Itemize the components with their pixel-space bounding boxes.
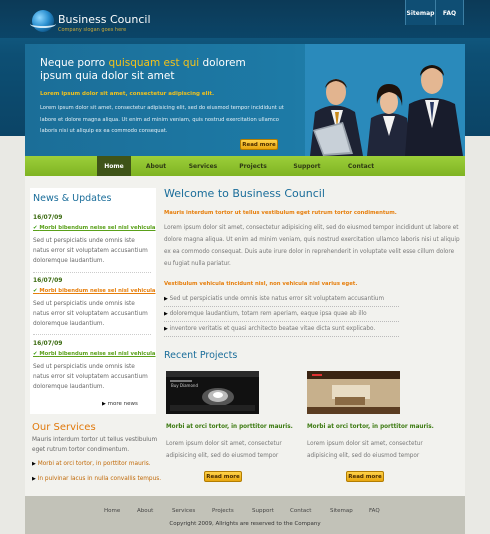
news-title: News & Updates bbox=[33, 193, 112, 204]
arrow-right-icon: ▶ bbox=[164, 326, 168, 332]
nav-home[interactable]: Home bbox=[97, 156, 131, 176]
project-caption[interactable]: Morbi at orci tortor, in porttitor mauri… bbox=[166, 424, 293, 430]
service-item[interactable]: ▶ In pulvinar lacus in nulla convallis t… bbox=[32, 476, 161, 482]
project-text: Lorem ipsum dolor sit amet, consectetur … bbox=[166, 441, 282, 459]
check-icon: ✔ bbox=[33, 288, 38, 294]
project-text: Lorem ipsum dolor sit amet, consectetur … bbox=[307, 441, 423, 459]
welcome-text: Lorem ipsum dolor sit amet, consectetur … bbox=[164, 225, 460, 267]
project-caption[interactable]: Morbi at orci tortor, in porttitor mauri… bbox=[307, 424, 434, 430]
news-date: 16/07/09 bbox=[33, 214, 63, 221]
logo-title[interactable]: Business Council bbox=[58, 13, 151, 26]
content-area: News & Updates 16/07/09 ✔ Morbi bibendum… bbox=[25, 176, 465, 496]
project-thumbnail[interactable] bbox=[307, 371, 400, 414]
news-text: Sed ut perspiciatis unde omnis iste natu… bbox=[33, 238, 148, 264]
news-link[interactable]: ✔ Morbi bibendum neise sel nisl vehicula bbox=[33, 288, 155, 294]
nav-projects[interactable]: Projects bbox=[233, 156, 273, 176]
bullet-item: ▶ Sed ut perspiciatis unde omnis iste na… bbox=[164, 294, 399, 307]
footer-link-home[interactable]: Home bbox=[104, 508, 120, 514]
divider bbox=[33, 272, 151, 273]
project-thumbnail[interactable]: Buy Diamond bbox=[166, 371, 259, 414]
hero-text: Lorem ipsum dolor sit amet, consectetur … bbox=[40, 105, 284, 134]
footer: Home About Services Projects Support Con… bbox=[25, 496, 465, 534]
news-text: Sed ut perspiciatis unde omnis iste natu… bbox=[33, 301, 148, 327]
project-read-more-button[interactable]: Read more bbox=[346, 471, 384, 482]
logo-swoosh bbox=[30, 20, 56, 28]
services-text: Mauris interdum tortor ut tellus vestibu… bbox=[32, 437, 158, 453]
arrow-right-icon: ▶ bbox=[32, 476, 36, 482]
projects-title: Recent Projects bbox=[164, 350, 238, 361]
nav-contact[interactable]: Contact bbox=[341, 156, 381, 176]
news-text: Sed ut perspiciatis unde omnis iste natu… bbox=[33, 364, 148, 390]
business-people-photo bbox=[305, 44, 465, 156]
welcome-subtitle-2: Vestibulum vehicula tincidunt nisl, non … bbox=[164, 281, 358, 287]
news-link[interactable]: ✔ Morbi bibendum neise sel nisl vehicula bbox=[33, 351, 155, 357]
hero-title: Neque porro quisquam est qui dolorem ips… bbox=[40, 57, 246, 82]
hero-read-more-button[interactable]: Read more bbox=[240, 139, 278, 150]
arrow-right-icon: ▶ bbox=[164, 296, 168, 302]
logo-slogan: Company slogan goes here bbox=[58, 27, 127, 33]
main-nav: Home About Services Projects Support Con… bbox=[25, 156, 465, 176]
news-date: 16/07/09 bbox=[33, 277, 63, 284]
footer-link-faq[interactable]: FAQ bbox=[369, 508, 380, 514]
footer-link-services[interactable]: Services bbox=[172, 508, 195, 514]
bullet-item: ▶ doloremque laudantium, totam rem aperi… bbox=[164, 309, 399, 322]
hero-subtitle: Lorem ipsum dolor sit amet, consectetur … bbox=[40, 91, 215, 97]
divider bbox=[33, 334, 151, 335]
hero-banner: Neque porro quisquam est qui dolorem ips… bbox=[25, 44, 465, 156]
arrow-right-icon: ▶ bbox=[32, 461, 36, 467]
nav-support[interactable]: Support bbox=[287, 156, 327, 176]
check-icon: ✔ bbox=[33, 351, 38, 357]
footer-link-about[interactable]: About bbox=[137, 508, 153, 514]
arrow-right-icon: ▶ bbox=[102, 401, 106, 407]
news-box: News & Updates 16/07/09 ✔ Morbi bibendum… bbox=[30, 188, 156, 414]
welcome-title: Welcome to Business Council bbox=[164, 187, 325, 200]
footer-link-support[interactable]: Support bbox=[252, 508, 274, 514]
top-link-sitemap[interactable]: Sitemap bbox=[405, 0, 435, 25]
welcome-subtitle: Mauris interdum tortor ut tellus vestibu… bbox=[164, 210, 397, 216]
top-link-faq[interactable]: FAQ bbox=[435, 0, 464, 25]
nav-services[interactable]: Services bbox=[183, 156, 223, 176]
copyright: Copyright 2009, Allrights are reserved t… bbox=[169, 521, 321, 527]
footer-link-contact[interactable]: Contact bbox=[290, 508, 311, 514]
footer-link-sitemap[interactable]: Sitemap bbox=[330, 508, 353, 514]
more-news-link[interactable]: ▶ more news bbox=[102, 401, 138, 407]
bullet-item: ▶ inventore veritatis et quasi architect… bbox=[164, 324, 399, 337]
project-read-more-button[interactable]: Read more bbox=[204, 471, 242, 482]
news-link[interactable]: ✔ Morbi bibendum neise sel nisl vehicula bbox=[33, 225, 155, 231]
header: Business Council Company slogan goes her… bbox=[0, 0, 490, 156]
footer-link-projects[interactable]: Projects bbox=[212, 508, 234, 514]
arrow-right-icon: ▶ bbox=[164, 311, 168, 317]
service-item[interactable]: ▶ Morbi at orci tortor, in porttitor mau… bbox=[32, 461, 151, 467]
news-date: 16/07/09 bbox=[33, 340, 63, 347]
services-title: Our Services bbox=[32, 422, 96, 433]
check-icon: ✔ bbox=[33, 225, 38, 231]
project-thumbnail-label: Buy Diamond bbox=[171, 383, 198, 388]
nav-about[interactable]: About bbox=[139, 156, 173, 176]
hero-title-highlight: quisquam est qui bbox=[108, 57, 200, 69]
